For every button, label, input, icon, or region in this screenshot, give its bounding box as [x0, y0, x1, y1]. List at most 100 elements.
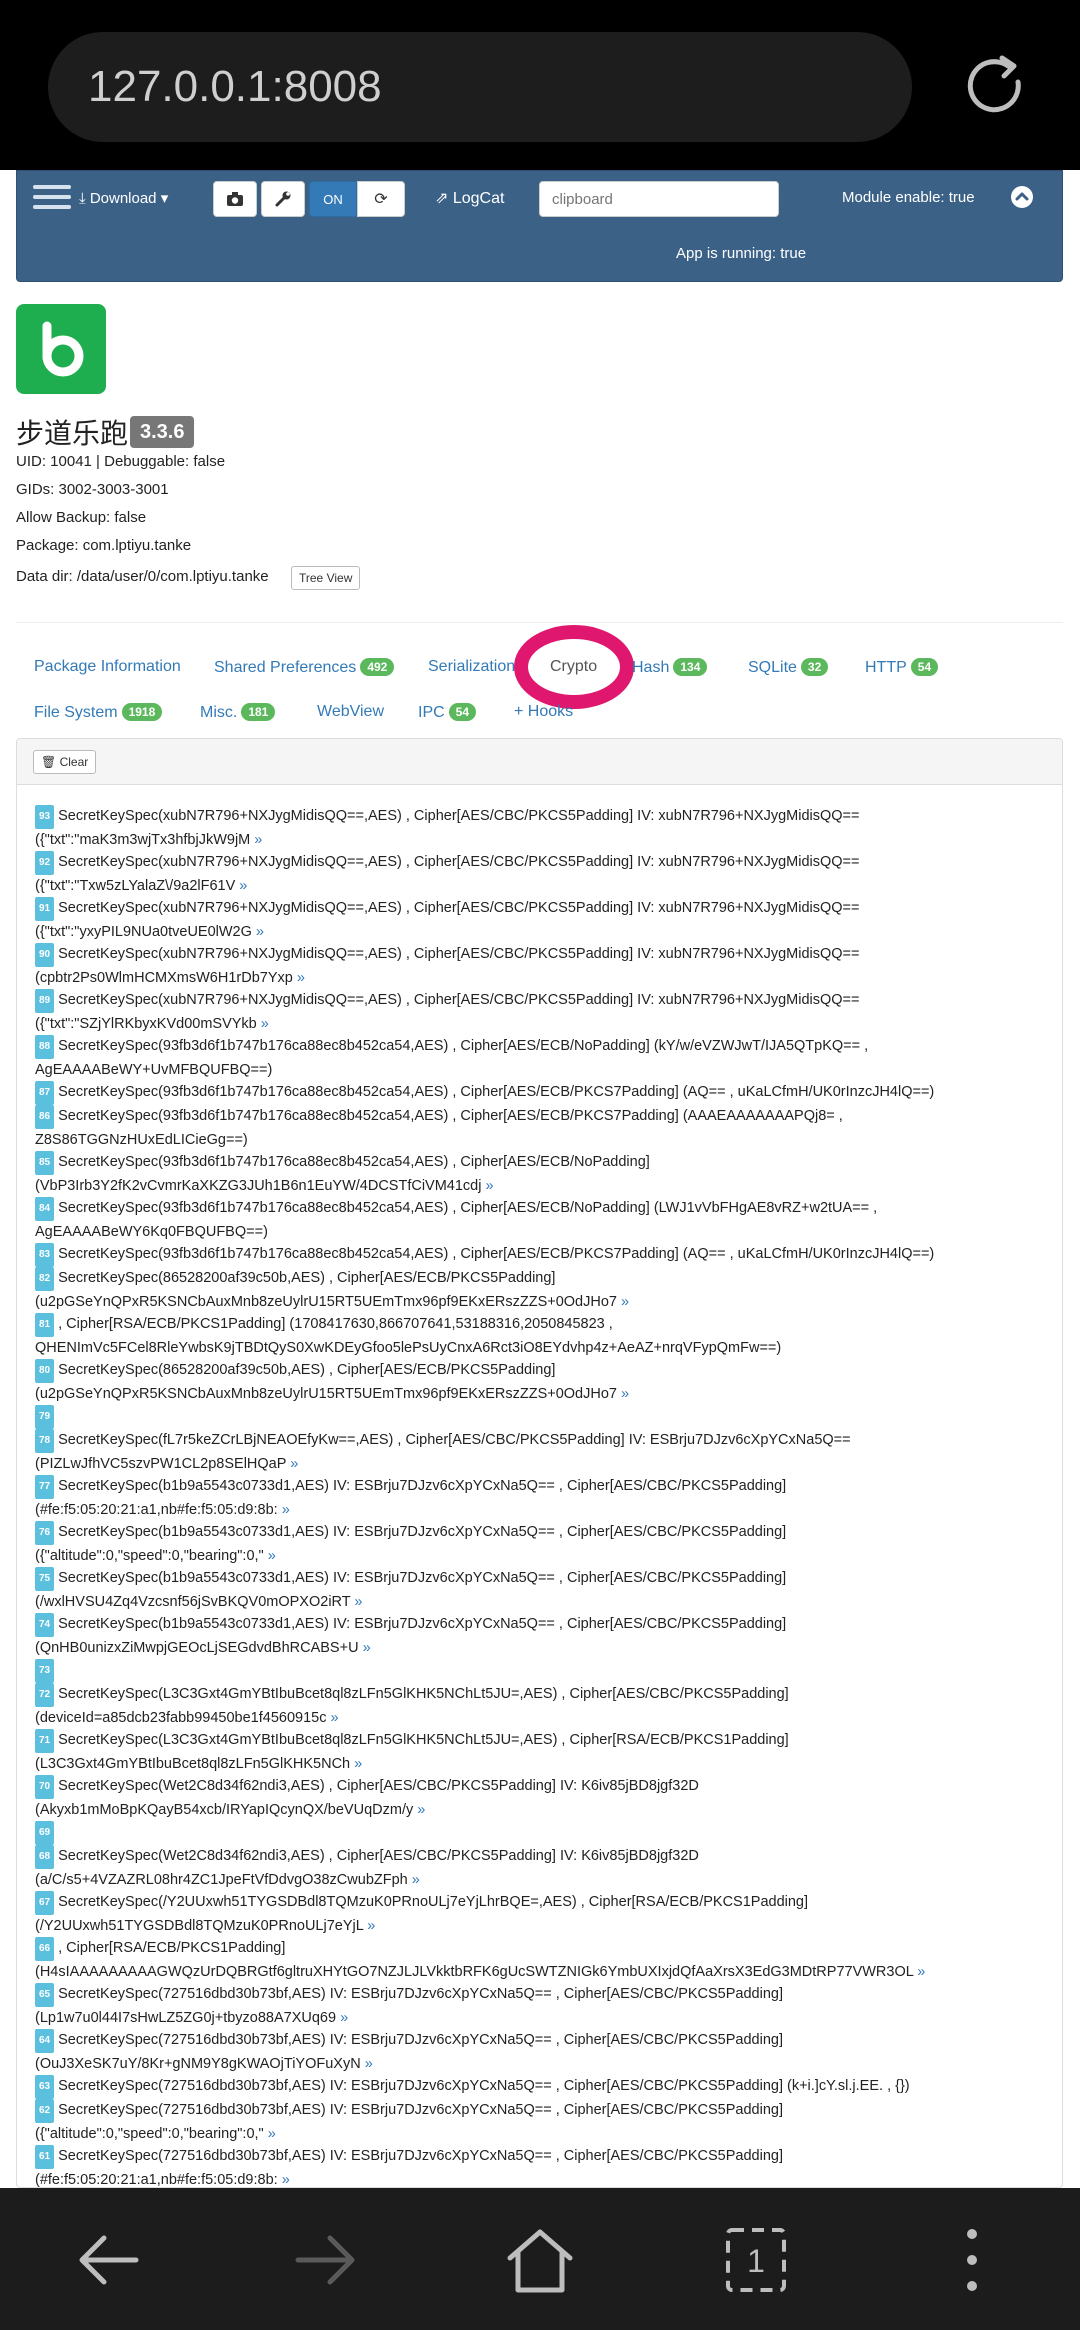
logcat-link[interactable]: ⇗ LogCat [435, 188, 504, 208]
back-arrow-icon[interactable] [70, 2224, 150, 2296]
tabs-count-icon[interactable]: 1 [716, 2224, 796, 2296]
expand-link[interactable]: » [336, 2010, 348, 2026]
app-navbar: ⤓ Download ▾ ON ⟳ ⇗ LogCat Module enable… [16, 170, 1063, 282]
log-entry-continuation: QHENImVc5FCel8RleYwbsK9jTBDtQyS0XwKDEyGf… [35, 1337, 1045, 1359]
expand-link[interactable]: » [350, 1594, 362, 1610]
log-entry-continuation: (H4sIAAAAAAAAAGWQzUrDQBRGtf6gltruXHYtGO7… [35, 1961, 1045, 1983]
forward-arrow-icon[interactable] [284, 2224, 364, 2296]
log-entry: 64 SecretKeySpec(727516dbd30b73bf,AES) IV… [35, 2029, 1045, 2053]
on-toggle[interactable]: ON [309, 181, 357, 217]
log-number-badge: 88 [35, 1035, 55, 1059]
expand-link[interactable]: » [326, 1710, 338, 1726]
menu-icon[interactable] [33, 185, 71, 213]
expand-link[interactable]: » [361, 2056, 373, 2072]
screenshot-button[interactable] [213, 181, 257, 217]
expand-link[interactable]: » [363, 1918, 375, 1934]
log-text: SecretKeySpec(727516dbd30b73bf,AES) IV: … [58, 2078, 910, 2094]
tab-ipc[interactable]: IPC 54 [418, 703, 477, 722]
count-badge: 181 [241, 703, 276, 721]
log-entry: 85 SecretKeySpec(93fb3d6f1b747b176ca88ec8… [35, 1151, 1045, 1175]
more-menu-icon[interactable] [932, 2224, 1012, 2296]
reload-icon[interactable] [960, 52, 1030, 122]
url-text[interactable]: 127.0.0.1:8008 [88, 32, 382, 142]
clear-button[interactable]: 🗑 Clear [33, 750, 97, 774]
tab-shared-preferences[interactable]: Shared Preferences 492 [214, 658, 395, 677]
log-entry: 65 SecretKeySpec(727516dbd30b73bf,AES) IV… [35, 1983, 1045, 2007]
expand-link[interactable]: » [252, 924, 264, 940]
expand-link[interactable]: » [359, 1640, 371, 1656]
svg-text:1: 1 [747, 2243, 765, 2279]
log-entry: 81, Cipher[RSA/ECB/PKCS1Padding] (170841… [35, 1313, 1045, 1337]
log-entry: 71 SecretKeySpec(L3C3Gxt4GmYBtIbuBcet8ql8… [35, 1729, 1045, 1753]
expand-link[interactable]: » [264, 2126, 276, 2142]
expand-link[interactable]: » [257, 1016, 269, 1032]
tab-hooks[interactable]: + Hooks [514, 703, 573, 721]
log-entry: 69 [35, 1821, 1045, 1845]
log-entry: 89 SecretKeySpec(xubN7R796+NXJygMidisQQ==… [35, 989, 1045, 1013]
expand-link[interactable]: » [413, 1802, 425, 1818]
log-entry: 66, Cipher[RSA/ECB/PKCS1Padding] [35, 1937, 1045, 1961]
tab-hash[interactable]: Hash 134 [632, 658, 708, 677]
log-entry-continuation: (QnHB0unizxZiMwpjGEOcLjSEGdvdBhRCABS+U » [35, 1637, 1045, 1659]
log-number-badge: 79 [35, 1405, 55, 1429]
log-text: SecretKeySpec(727516dbd30b73bf,AES) IV: … [58, 2032, 783, 2048]
log-text: SecretKeySpec(xubN7R796+NXJygMidisQQ==,A… [58, 992, 860, 1008]
expand-link[interactable]: » [293, 970, 305, 986]
package-line: Package: com.lptiyu.tanke [16, 537, 192, 554]
expand-link[interactable]: » [617, 1294, 629, 1310]
log-entry-continuation: Z8S86TGGNzHUxEdLICieGg==) [35, 1129, 1045, 1151]
log-text: (u2pGSeYnQPxR5KSNCbAuxMnb8zeUylrU15RT5UE… [35, 1294, 617, 1310]
expand-link[interactable]: » [408, 1872, 420, 1888]
log-entry-continuation: (u2pGSeYnQPxR5KSNCbAuxMnb8zeUylrU15RT5UE… [35, 1291, 1045, 1313]
log-text: SecretKeySpec(L3C3Gxt4GmYBtIbuBcet8ql8zL… [58, 1686, 789, 1702]
log-entry: 90 SecretKeySpec(xubN7R796+NXJygMidisQQ==… [35, 943, 1045, 967]
expand-link[interactable]: » [286, 1456, 298, 1472]
log-text: SecretKeySpec(727516dbd30b73bf,AES) IV: … [58, 1986, 783, 2002]
refresh-button[interactable]: ⟳ [357, 181, 405, 217]
log-entry: 93 SecretKeySpec(xubN7R796+NXJygMidisQQ==… [35, 805, 1045, 829]
log-number-badge: 61 [35, 2145, 55, 2169]
tab-webview[interactable]: WebView [317, 703, 384, 721]
log-number-badge: 92 [35, 851, 55, 875]
log-entry: 84 SecretKeySpec(93fb3d6f1b747b176ca88ec8… [35, 1197, 1045, 1221]
gids-line: GIDs: 3002-3003-3001 [16, 481, 169, 498]
log-entry: 73 [35, 1659, 1045, 1683]
download-dropdown[interactable]: ⤓ Download ▾ [79, 189, 168, 207]
tab-sqlite[interactable]: SQLite 32 [748, 658, 829, 677]
expand-link[interactable]: » [617, 1386, 629, 1402]
log-number-badge: 76 [35, 1521, 55, 1545]
tab-serialization[interactable]: Serialization [428, 658, 515, 676]
home-icon[interactable] [500, 2224, 580, 2296]
tab-file-system[interactable]: File System 1918 [34, 703, 163, 722]
log-number-badge: 66 [35, 1937, 55, 1961]
log-number-badge: 73 [35, 1659, 55, 1683]
log-text: SecretKeySpec(fL7r5keZCrLBjNEAOEfyKw==,A… [58, 1432, 851, 1448]
expand-link[interactable]: » [264, 1548, 276, 1564]
tab-http[interactable]: HTTP 54 [865, 658, 939, 677]
collapse-up-icon[interactable] [1011, 186, 1033, 208]
expand-link[interactable]: » [350, 1756, 362, 1772]
expand-link[interactable]: » [235, 878, 247, 894]
tools-button[interactable] [261, 181, 305, 217]
expand-link[interactable]: » [278, 1502, 290, 1518]
clipboard-input[interactable] [539, 181, 779, 217]
expand-link[interactable]: » [250, 832, 262, 848]
log-text: (a/C/s5+4VZAZRL08hr4ZC1JpeFtVfDdvgO38zCw… [35, 1872, 408, 1888]
tab-misc[interactable]: Misc. 181 [200, 703, 276, 722]
log-entry-continuation: (cpbtr2Ps0WlmHCMXmsW6H1rDb7Yxp » [35, 967, 1045, 989]
log-text: SecretKeySpec(93fb3d6f1b747b176ca88ec8b4… [58, 1200, 878, 1216]
crypto-log-list[interactable]: 93 SecretKeySpec(xubN7R796+NXJygMidisQQ==… [35, 805, 1045, 2188]
expand-link[interactable]: » [481, 1178, 493, 1194]
log-entry-continuation: (/wxlHVSU4Zq4Vzcsnf56jSvBKQV0mOPXO2iRT » [35, 1591, 1045, 1613]
log-text: (#fe:f5:05:20:21:a1,nb#fe:f5:05:d9:8b: [35, 2172, 278, 2188]
expand-link[interactable]: » [913, 1964, 925, 1980]
log-number-badge: 81 [35, 1313, 55, 1337]
expand-link[interactable]: » [278, 2172, 290, 2187]
count-badge: 54 [448, 703, 477, 721]
url-bar[interactable]: 127.0.0.1:8008 [48, 32, 912, 142]
log-text: (/wxlHVSU4Zq4Vzcsnf56jSvBKQV0mOPXO2iRT [35, 1594, 351, 1610]
version-badge: 3.3.6 [130, 416, 195, 448]
tab-package-information[interactable]: Package Information [34, 658, 181, 676]
tree-view-button[interactable]: Tree View [291, 566, 361, 590]
log-number-badge: 69 [35, 1821, 55, 1845]
